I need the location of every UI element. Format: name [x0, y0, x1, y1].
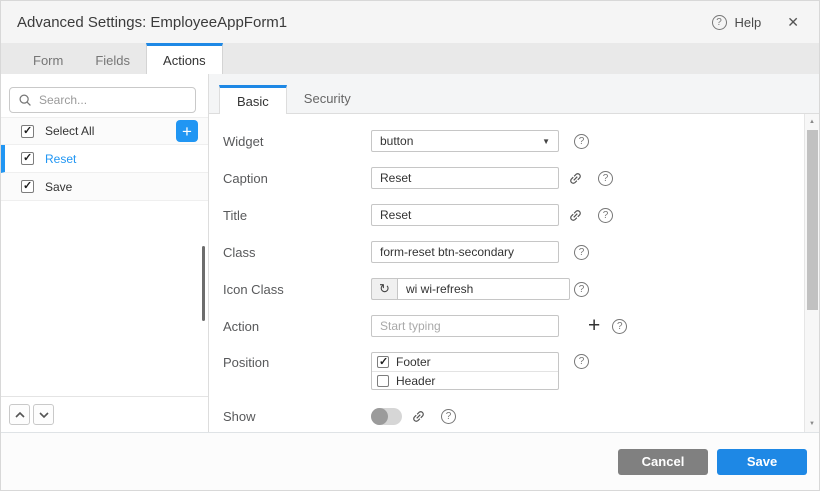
caption-help-icon[interactable]: ? — [598, 171, 613, 186]
header-checkbox[interactable] — [377, 375, 389, 387]
tab-security[interactable]: Security — [287, 84, 368, 113]
action-label: Action — [223, 319, 371, 334]
show-toggle[interactable] — [371, 408, 402, 425]
save-checkbox[interactable] — [21, 180, 34, 193]
dialog-body: Select All + Reset Save — [1, 74, 819, 432]
chevron-up-icon — [14, 411, 26, 419]
select-all-checkbox[interactable] — [21, 125, 34, 138]
add-action-plus-icon[interactable]: + — [588, 317, 600, 335]
tab-basic[interactable]: Basic — [219, 85, 287, 114]
widget-label: Widget — [223, 134, 371, 149]
show-label: Show — [223, 409, 371, 424]
title-bind-link-icon[interactable] — [568, 208, 583, 223]
position-label: Position — [223, 352, 371, 370]
caption-input[interactable] — [371, 167, 559, 189]
action-row: Action + ? — [223, 315, 795, 337]
icon-preview-refresh-icon[interactable]: ↻ — [371, 278, 397, 300]
footer-checkbox[interactable] — [377, 356, 389, 368]
title-help-icon[interactable]: ? — [598, 208, 613, 223]
list-item-save[interactable]: Save — [1, 173, 208, 201]
footer-option-label: Footer — [396, 355, 431, 369]
panel-scrollbar-thumb[interactable] — [807, 130, 818, 310]
header-option-label: Header — [396, 374, 435, 388]
widget-help-icon[interactable]: ? — [574, 134, 589, 149]
panel-scrollbar[interactable]: ▲ ▼ — [804, 114, 819, 432]
dialog-footer: Cancel Save — [1, 432, 819, 490]
reorder-controls — [1, 396, 208, 432]
select-all-row[interactable]: Select All + — [1, 117, 208, 145]
reset-checkbox[interactable] — [21, 152, 34, 165]
add-action-button[interactable]: + — [176, 120, 198, 142]
scroll-up-icon[interactable]: ▲ — [805, 115, 819, 129]
position-help-icon[interactable]: ? — [574, 354, 589, 369]
advanced-settings-dialog: Advanced Settings: EmployeeAppForm1 ? He… — [0, 0, 820, 491]
title-row: Title ? — [223, 204, 795, 226]
sidebar-scrollbar-thumb[interactable] — [202, 246, 205, 321]
action-list: Select All + Reset Save — [1, 117, 208, 201]
icon-class-label: Icon Class — [223, 282, 371, 297]
action-help-icon[interactable]: ? — [612, 319, 627, 334]
caption-bind-link-icon[interactable] — [568, 171, 583, 186]
icon-class-row: Icon Class ↻ ? — [223, 278, 795, 300]
search-box[interactable] — [9, 87, 196, 113]
chevron-down-icon — [38, 411, 50, 419]
position-option-footer[interactable]: Footer — [372, 353, 558, 371]
cancel-button[interactable]: Cancel — [618, 449, 708, 475]
widget-select-value: button — [380, 134, 413, 148]
action-input[interactable] — [371, 315, 559, 337]
icon-class-input[interactable] — [397, 278, 570, 300]
help-icon[interactable]: ? — [712, 15, 727, 30]
settings-panel: Basic Security Widget button ▼ ? Caption — [209, 74, 819, 432]
close-icon[interactable]: ✕ — [783, 12, 803, 33]
search-input[interactable] — [39, 93, 187, 107]
title-label: Title — [223, 208, 371, 223]
dialog-header: Advanced Settings: EmployeeAppForm1 ? He… — [1, 1, 819, 43]
caption-label: Caption — [223, 171, 371, 186]
list-item-reset[interactable]: Reset — [1, 145, 208, 173]
caret-down-icon: ▼ — [542, 137, 550, 146]
main-tab-bar: Form Fields Actions — [1, 43, 819, 74]
class-help-icon[interactable]: ? — [574, 245, 589, 260]
select-all-label: Select All — [45, 124, 94, 138]
search-icon — [18, 93, 32, 107]
scroll-down-icon[interactable]: ▼ — [805, 417, 819, 431]
position-row: Position Footer Header ? — [223, 352, 795, 390]
basic-settings-form: Widget button ▼ ? Caption ? — [209, 114, 819, 432]
title-input[interactable] — [371, 204, 559, 226]
dialog-title: Advanced Settings: EmployeeAppForm1 — [17, 14, 287, 31]
panel-tab-bar: Basic Security — [209, 74, 819, 114]
tab-fields[interactable]: Fields — [79, 43, 146, 74]
class-input[interactable] — [371, 241, 559, 263]
icon-class-help-icon[interactable]: ? — [574, 282, 589, 297]
toggle-knob — [371, 408, 388, 425]
class-row: Class ? — [223, 241, 795, 263]
save-button[interactable]: Save — [717, 449, 807, 475]
show-help-icon[interactable]: ? — [441, 409, 456, 424]
move-up-button[interactable] — [9, 404, 30, 425]
class-label: Class — [223, 245, 371, 260]
list-item-label: Reset — [45, 152, 76, 166]
show-row: Show ? — [223, 405, 795, 427]
position-option-header[interactable]: Header — [372, 371, 558, 389]
caption-row: Caption ? — [223, 167, 795, 189]
show-bind-link-icon[interactable] — [411, 409, 426, 424]
actions-sidebar: Select All + Reset Save — [1, 74, 209, 432]
tab-form[interactable]: Form — [17, 43, 79, 74]
help-link[interactable]: Help — [735, 15, 762, 30]
widget-select[interactable]: button ▼ — [371, 130, 559, 152]
widget-row: Widget button ▼ ? — [223, 130, 795, 152]
position-options: Footer Header — [371, 352, 559, 390]
move-down-button[interactable] — [33, 404, 54, 425]
list-item-label: Save — [45, 180, 72, 194]
tab-actions[interactable]: Actions — [146, 43, 223, 74]
